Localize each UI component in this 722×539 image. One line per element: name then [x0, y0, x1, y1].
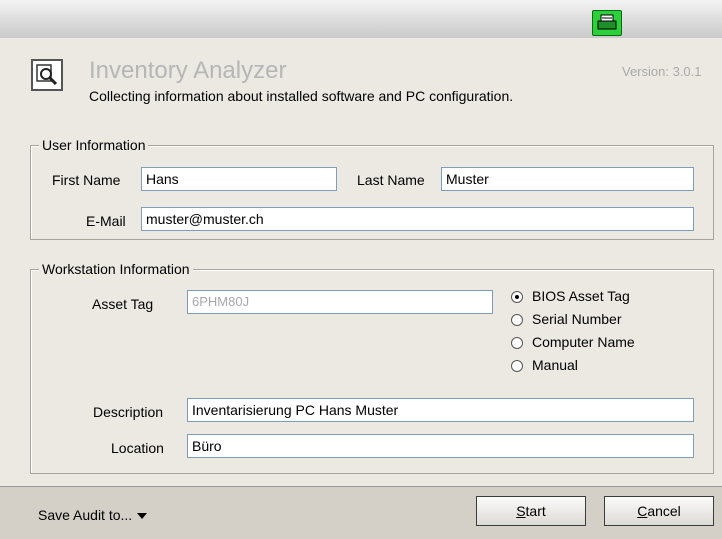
email-label: E-Mail — [86, 213, 126, 229]
email-field[interactable]: muster@muster.ch — [141, 207, 694, 231]
radio-serial-number[interactable]: Serial Number — [511, 311, 691, 331]
save-audit-label: Save Audit to... — [38, 507, 133, 523]
description-label: Description — [93, 404, 164, 420]
location-label: Location — [111, 440, 164, 456]
asset-tag-field: 6PHM80J — [187, 290, 493, 314]
magnifier-icon — [31, 59, 63, 91]
user-info-legend: User Information — [39, 137, 149, 153]
save-audit-menu[interactable]: Save Audit to... — [38, 507, 148, 523]
radio-circle — [511, 314, 523, 326]
workstation-info-legend: Workstation Information — [39, 261, 193, 277]
first-name-field[interactable]: Hans — [141, 167, 337, 191]
first-name-label: First Name — [52, 172, 121, 188]
radio-bios-asset-tag[interactable]: BIOS Asset Tag — [511, 288, 691, 308]
location-field[interactable]: Büro — [187, 434, 694, 458]
radio-label: BIOS Asset Tag — [532, 288, 630, 304]
printer-icon[interactable] — [592, 10, 622, 36]
radio-label: Computer Name — [532, 334, 635, 350]
radio-circle — [511, 360, 523, 372]
version-label: Version: 3.0.1 — [622, 64, 702, 79]
radio-circle — [511, 291, 523, 303]
cancel-mnemonic: C — [637, 503, 648, 519]
caret-down-icon — [137, 513, 148, 520]
radio-computer-name[interactable]: Computer Name — [511, 334, 691, 354]
radio-circle — [511, 337, 523, 349]
last-name-field[interactable]: Muster — [441, 167, 694, 191]
radio-label: Serial Number — [532, 311, 622, 327]
footer-divider — [0, 486, 722, 487]
start-label: tart — [525, 503, 546, 519]
asset-tag-label: Asset Tag — [92, 296, 154, 312]
title-bar — [0, 0, 722, 39]
cancel-label: ancel — [647, 503, 681, 519]
radio-dot — [515, 295, 519, 299]
start-button[interactable]: Start — [476, 496, 586, 526]
description-field[interactable]: Inventarisierung PC Hans Muster — [187, 398, 694, 422]
app-title: Inventory Analyzer — [89, 57, 287, 84]
start-mnemonic: S — [516, 503, 526, 519]
radio-label: Manual — [532, 357, 578, 373]
radio-manual[interactable]: Manual — [511, 357, 691, 377]
cancel-button[interactable]: Cancel — [604, 496, 714, 526]
last-name-label: Last Name — [357, 172, 425, 188]
app-subtitle: Collecting information about installed s… — [89, 88, 514, 104]
